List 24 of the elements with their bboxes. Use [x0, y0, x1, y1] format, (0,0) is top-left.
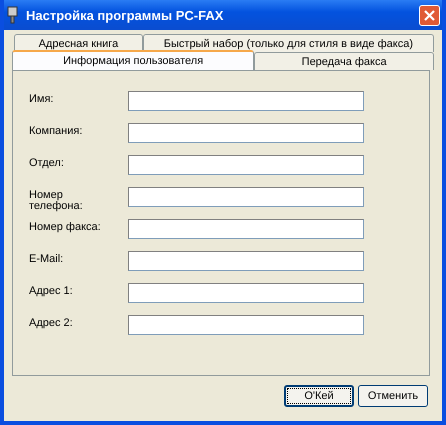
input-field[interactable]: [128, 251, 364, 271]
tab[interactable]: Передача факса: [254, 52, 434, 70]
dialog-button[interactable]: Отменить: [358, 385, 428, 407]
field-label: Номер факса:: [29, 220, 102, 233]
window-title: Настройка программы PC-FAX: [26, 8, 224, 22]
field-label: Имя:: [29, 92, 54, 105]
field-label: Отдел:: [29, 156, 65, 169]
field-label: Адрес 2:: [29, 316, 74, 329]
field-label: E-Mail:: [29, 252, 64, 265]
input-field[interactable]: [128, 155, 364, 175]
close-button[interactable]: [419, 4, 440, 26]
input-field[interactable]: [128, 187, 364, 207]
input-field[interactable]: [128, 315, 364, 335]
input-field[interactable]: [128, 283, 364, 303]
input-field[interactable]: [128, 219, 364, 239]
input-field[interactable]: [128, 123, 364, 143]
tab[interactable]: Информация пользователя: [12, 50, 254, 70]
close-icon: [424, 10, 435, 20]
input-field[interactable]: [128, 91, 364, 111]
field-label: Компания:: [29, 124, 84, 137]
tab[interactable]: Быстрый набор (только для стиля в виде факса): [142, 34, 434, 52]
dialog-button[interactable]: O'Кей: [284, 385, 354, 407]
field-label: Номер телефона:: [29, 188, 84, 212]
field-label: Адрес 1:: [29, 284, 74, 297]
